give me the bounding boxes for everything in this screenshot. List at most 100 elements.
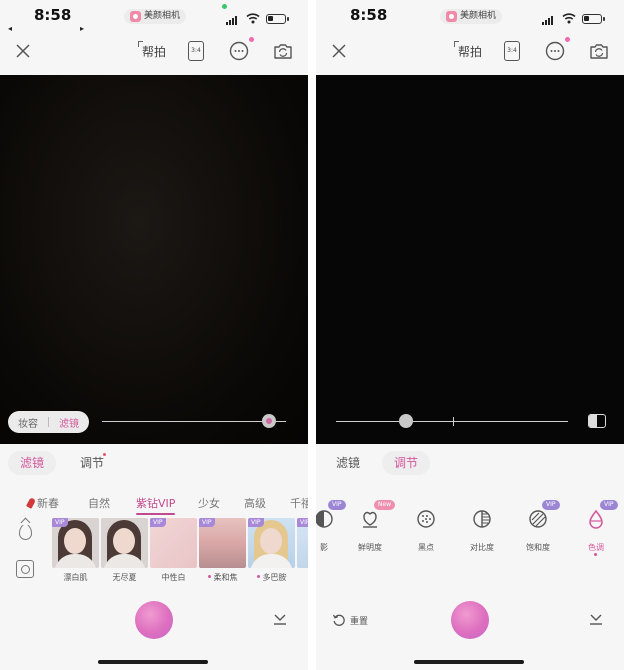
collapse-panel-icon[interactable] (272, 612, 288, 626)
filter-label-text: 多巴胺 (262, 573, 287, 582)
adjust-strength-track[interactable] (336, 421, 568, 422)
helper-shoot-label: 帮拍 (457, 44, 482, 59)
more-icon (545, 41, 565, 61)
segment-makeup[interactable]: 妆容 (18, 415, 38, 430)
flip-camera-button[interactable] (588, 39, 610, 63)
makeup-filter-segment: 妆容 滤镜 (8, 411, 89, 433)
app-indicator-pill[interactable]: 美颜相机 (124, 9, 187, 24)
camera-top-bar: 帮拍 3:4 (0, 34, 308, 68)
notification-dot (565, 37, 570, 42)
new-badge: New (374, 500, 396, 510)
category-new-year[interactable]: 新春 (26, 495, 59, 511)
close-icon (332, 44, 346, 58)
camera-viewfinder[interactable] (316, 75, 624, 444)
aspect-ratio-button[interactable]: 3:4 (502, 39, 522, 63)
tone-icon (589, 509, 603, 529)
filter-label: 多巴胺 (248, 572, 295, 583)
adjust-tool-label: 色调 (588, 543, 604, 552)
selected-dot (594, 553, 597, 556)
camera-in-use-dot (222, 4, 227, 9)
battery-icon (582, 14, 605, 24)
filter-label: 漂白肌 (52, 572, 99, 583)
vip-badge: VIP (297, 518, 308, 527)
tab-filter[interactable]: 滤镜 (324, 451, 372, 475)
close-button[interactable] (328, 39, 350, 63)
collapse-panel-icon[interactable] (588, 612, 604, 626)
close-button[interactable] (12, 39, 34, 63)
category-millennium[interactable]: 千禧 (290, 495, 308, 511)
tab-filter[interactable]: 滤镜 (8, 451, 57, 475)
adjust-tool[interactable]: 黑点 (404, 506, 448, 566)
filter-thumbnail[interactable]: VIP (248, 518, 295, 568)
water-drop-icon[interactable] (19, 524, 32, 540)
helper-shoot-button[interactable]: 帮拍 (454, 39, 486, 63)
camera-app-icon (130, 11, 141, 22)
camera-viewfinder[interactable]: 妆容 滤镜 (0, 75, 308, 444)
adjust-tool[interactable]: New 鲜明度 (348, 500, 396, 566)
flip-camera-icon (274, 44, 292, 59)
flip-camera-button[interactable] (272, 39, 294, 63)
slider-center-tick (453, 417, 454, 426)
signal-icon (226, 15, 240, 25)
reset-button[interactable]: 重置 (332, 612, 368, 628)
helper-shoot-button[interactable]: 帮拍 (138, 39, 170, 63)
tab-adjust[interactable]: 调节 (68, 451, 116, 475)
filter-thumbnail[interactable]: VIP (199, 518, 246, 568)
portrait-face (113, 528, 135, 554)
close-icon (16, 44, 30, 58)
filter-label: 柔和焦 (199, 572, 246, 583)
vip-badge: VIP (542, 500, 560, 510)
home-indicator[interactable] (414, 660, 524, 664)
tab-adjust[interactable]: 调节 (382, 451, 431, 475)
shutter-button[interactable] (135, 601, 173, 639)
filter-strength-knob[interactable] (262, 414, 277, 428)
flip-camera-icon (590, 44, 608, 59)
category-premium[interactable]: 高级 (244, 495, 266, 511)
status-bar: 8:58 美颜相机 (316, 0, 624, 32)
home-indicator[interactable] (98, 660, 208, 664)
filter-thumbnail[interactable] (101, 518, 148, 568)
filter-label: 中性白 (150, 572, 197, 583)
back-app-arrow[interactable]: ◂ (8, 24, 12, 33)
filter-thumbnail[interactable]: VIP (52, 518, 99, 568)
aspect-ratio-button[interactable]: 3:4 (186, 39, 206, 63)
camera-screen-filter: 8:58 ◂ ▸ 美颜相机 帮拍 3:4 妆容 滤镜 滤镜 调节 新春 自然 紫… (0, 0, 308, 670)
bracket-icon (138, 41, 143, 47)
compare-icon[interactable] (588, 414, 606, 428)
portrait-face (260, 528, 282, 554)
adjust-tool[interactable]: VIP 影 (316, 500, 346, 566)
saturation-icon (529, 510, 547, 528)
downloaded-dot (256, 575, 260, 578)
forward-app-arrow[interactable]: ▸ (80, 24, 84, 33)
mode-tabs: 滤镜 调节 (0, 451, 308, 477)
shadow-icon (316, 510, 333, 528)
adjust-strength-knob[interactable] (398, 414, 413, 428)
adjust-tool[interactable]: VIP 色调 (574, 500, 618, 566)
filter-label-text: 中性白 (161, 573, 186, 582)
adjust-tool[interactable]: VIP 饱和度 (516, 500, 560, 566)
wifi-icon (562, 13, 576, 24)
shutter-button[interactable] (451, 601, 489, 639)
adjust-tool[interactable]: 对比度 (460, 506, 504, 566)
app-indicator-pill[interactable]: 美颜相机 (440, 9, 503, 24)
app-name: 美颜相机 (460, 11, 497, 21)
camera-app-icon (446, 11, 457, 22)
frame-icon[interactable] (16, 560, 34, 578)
category-natural[interactable]: 自然 (88, 495, 110, 511)
filter-strength-track[interactable] (102, 421, 286, 422)
category-purple-vip[interactable]: 紫钻VIP (136, 495, 176, 515)
category-girl[interactable]: 少女 (198, 495, 220, 511)
vip-badge: VIP (328, 500, 346, 510)
portrait-face (64, 528, 86, 554)
vip-badge: VIP (150, 518, 166, 527)
vip-badge: VIP (248, 518, 264, 527)
filter-thumbnails: VIP 漂白肌 无尽夏 VIP 中性白 VIP 柔和焦 VIP 多巴胺 VIP (52, 518, 308, 586)
segment-divider (48, 417, 49, 427)
filter-thumbnail[interactable]: VIP (150, 518, 197, 568)
filter-thumbnail[interactable]: VIP (297, 518, 308, 568)
more-options-button[interactable] (544, 39, 566, 63)
more-options-button[interactable] (228, 39, 250, 63)
notification-dot (249, 37, 254, 42)
signal-icon (542, 15, 556, 25)
segment-filter[interactable]: 滤镜 (59, 415, 79, 430)
